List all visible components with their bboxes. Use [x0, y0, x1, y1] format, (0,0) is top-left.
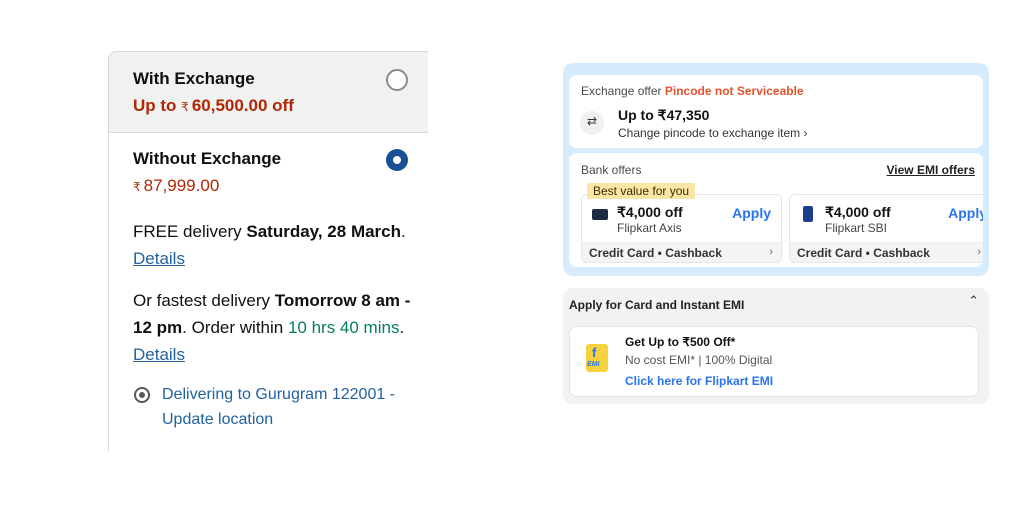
without-exchange-price: ₹87,999.00	[133, 176, 219, 196]
emi-section-header: Apply for Card and Instant EMI	[569, 298, 745, 312]
exchange-offer-box[interactable]: Exchange offer Pincode not Serviceable U…	[569, 75, 983, 148]
price-value: 87,999.00	[143, 176, 220, 195]
currency-symbol: ₹	[181, 100, 189, 114]
delivery-details-link[interactable]: Details	[133, 249, 185, 268]
credit-card-icon	[803, 206, 813, 222]
offer-footer-text: Credit Card • Cashback	[797, 246, 930, 260]
with-exchange-radio[interactable]	[386, 69, 408, 91]
offer-bank: Flipkart SBI	[825, 221, 888, 235]
bank-offer-card[interactable]: ₹4,000 off Flipkart SBI Apply Credit Car…	[789, 194, 983, 263]
currency-symbol: ₹	[133, 180, 141, 194]
order-countdown: 10 hrs 40 mins	[287, 318, 400, 337]
bank-offers-box: Bank offers View EMI offers ₹4,000 off F…	[569, 153, 983, 267]
flipkart-emi-card[interactable]: f EMI Get Up to ₹500 Off* No cost EMI* |…	[569, 326, 979, 397]
bank-offers-label: Bank offers	[581, 163, 642, 177]
pincode-warning: Pincode not Serviceable	[664, 84, 804, 98]
fastest-prefix: Or fastest delivery	[133, 291, 275, 310]
location-pin-icon	[134, 387, 150, 403]
card-emi-section: Apply for Card and Instant EMI ⌃ f EMI G…	[563, 288, 989, 404]
chevron-up-icon[interactable]: ⌃	[968, 294, 979, 309]
delivery-location-link[interactable]: Delivering to Gurugram 122001 - Update l…	[162, 382, 422, 432]
logo-sub: EMI	[587, 361, 600, 368]
best-value-badge: Best value for you	[587, 183, 696, 199]
delivery-suffix: .	[401, 222, 406, 241]
delivery-date: Saturday, 28 March	[246, 222, 402, 241]
exchange-amount: Up to ₹47,350	[618, 107, 710, 123]
change-pincode-link[interactable]: Change pincode to exchange item ›	[618, 126, 807, 140]
exchange-icon	[580, 111, 604, 135]
offer-footer: Credit Card • Cashback ›	[582, 242, 781, 262]
offer-amount: ₹4,000 off	[825, 204, 891, 220]
view-emi-offers-link[interactable]: View EMI offers	[887, 163, 975, 177]
logo-letter: f	[592, 345, 597, 360]
offer-footer: Credit Card • Cashback ›	[790, 242, 983, 262]
chevron-right-icon: ›	[977, 246, 981, 258]
offer-bank: Flipkart Axis	[617, 221, 682, 235]
bank-offer-card[interactable]: ₹4,000 off Flipkart Axis Apply Credit Ca…	[581, 194, 782, 263]
flipkart-offers-panel: Exchange offer Pincode not Serviceable U…	[563, 63, 989, 276]
fastest-suffix: .	[399, 318, 405, 337]
flipkart-emi-link[interactable]: Click here for Flipkart EMI	[625, 374, 773, 388]
offer-amount: ₹4,000 off	[617, 204, 683, 220]
emi-offer-subtitle: No cost EMI* | 100% Digital	[625, 353, 773, 367]
offer-footer-text: Credit Card • Cashback	[589, 246, 722, 260]
fastest-details-link[interactable]: Details	[133, 345, 185, 364]
price-prefix: Up to	[133, 96, 177, 115]
chevron-right-icon: ›	[769, 246, 773, 258]
with-exchange-price: Up to ₹60,500.00 off	[133, 96, 294, 116]
without-exchange-title: Without Exchange	[133, 149, 282, 168]
delivery-info: FREE delivery Saturday, 28 March. Detail…	[133, 218, 423, 272]
exchange-price-value: 60,500.00 off	[191, 96, 294, 115]
exchange-offer-heading: Exchange offer Pincode not Serviceable	[581, 84, 804, 98]
without-exchange-radio[interactable]	[386, 149, 408, 171]
credit-card-icon	[592, 209, 608, 220]
with-exchange-title: With Exchange	[133, 69, 255, 88]
exchange-offer-label: Exchange offer	[581, 84, 662, 98]
amazon-buying-options: With Exchange Up to ₹60,500.00 off Witho…	[108, 51, 428, 451]
fastest-delivery-info: Or fastest delivery Tomorrow 8 am - 12 p…	[133, 287, 423, 368]
delivery-prefix: FREE delivery	[133, 222, 247, 241]
apply-button[interactable]: Apply	[948, 205, 983, 221]
emi-offer-title: Get Up to ₹500 Off*	[625, 335, 736, 349]
apply-button[interactable]: Apply	[732, 205, 771, 221]
fastest-mid: . Order within	[182, 318, 288, 337]
flipkart-emi-logo-icon: f EMI	[586, 344, 608, 372]
with-exchange-option[interactable]: With Exchange Up to ₹60,500.00 off	[109, 52, 428, 133]
